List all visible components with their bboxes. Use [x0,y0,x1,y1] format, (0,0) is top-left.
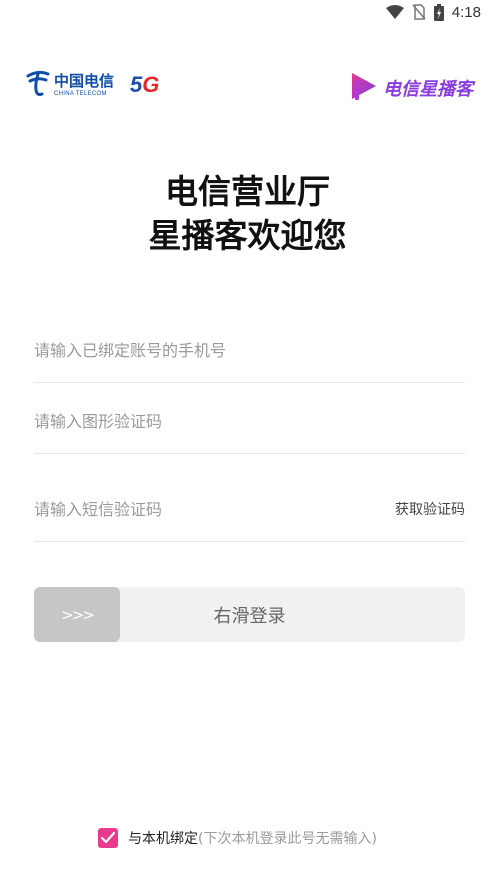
welcome-line-2: 星播客欢迎您 [148,216,347,255]
welcome-line-1: 电信营业厅 [165,172,330,211]
captcha-field [34,389,465,454]
no-sim-icon [412,4,426,20]
brand-left: 中国电信 CHINA TELECOM 5G [26,68,159,102]
telecom-name-cn: 中国电信 [54,71,115,90]
telecom-name-en: CHINA TELECOM [54,90,107,97]
china-telecom-logo: 中国电信 CHINA TELECOM [26,68,114,102]
slide-to-login[interactable]: 右滑登录 >>> [34,587,465,642]
telecom-symbol-icon [26,68,50,102]
app-logo: 电信星播客 [349,70,473,106]
bind-device-checkbox[interactable] [98,828,118,848]
5g-badge-g: G [142,72,160,97]
sms-code-input[interactable] [34,499,385,519]
login-screen: 4:18 中国电信 CHINA TELECOM 5G 电信星播客 电信营业厅 星… [0,0,495,876]
status-time: 4:18 [451,3,481,21]
captcha-input[interactable] [34,411,465,431]
bind-device-row: 与本机绑定 (下次本机登录此号无需输入) [98,828,377,848]
phone-input[interactable] [34,340,465,360]
battery-charging-icon [433,3,444,21]
slider-arrows-icon: >>> [61,605,95,624]
check-icon [101,832,115,844]
slider-handle[interactable]: >>> [34,587,120,642]
welcome-title: 电信营业厅 星播客欢迎您 [0,170,495,258]
phone-field [34,318,465,383]
5g-badge: 5G [130,72,159,98]
5g-badge-5: 5 [130,72,143,97]
get-code-button[interactable]: 获取验证码 [395,499,465,519]
sms-code-field: 获取验证码 [34,477,465,542]
app-logo-text: 电信星播客 [383,79,473,100]
bind-device-hint: (下次本机登录此号无需输入) [198,831,377,847]
status-bar: 4:18 [0,0,495,24]
play-logo-icon [349,70,379,106]
wifi-icon [385,5,404,19]
bind-device-label: 与本机绑定 [128,831,198,847]
